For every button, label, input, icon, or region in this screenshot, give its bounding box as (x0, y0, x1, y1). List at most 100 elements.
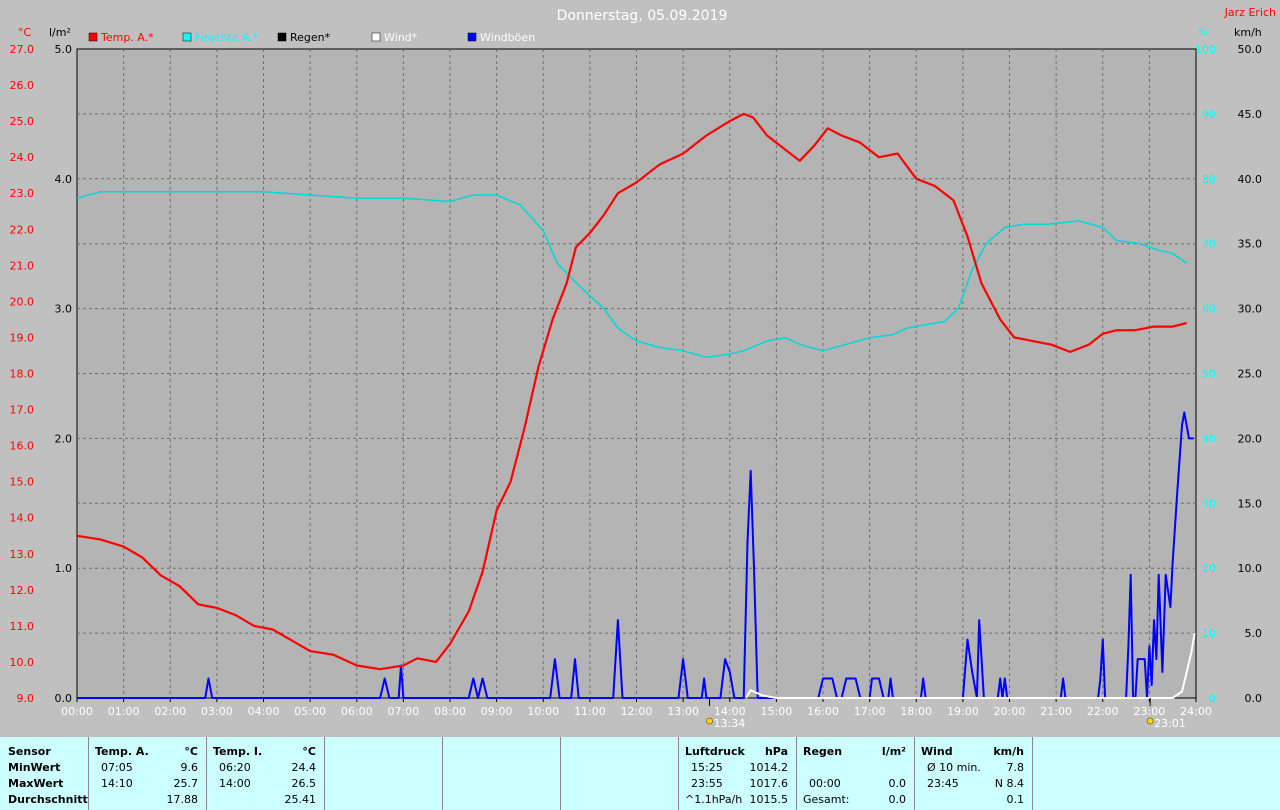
temp-tick-label: 12.0 (10, 584, 35, 597)
temp-tick-label: 22.0 (10, 223, 35, 236)
wind-tick-label: 35.0 (1238, 238, 1263, 251)
row-label-max: MaxWert (8, 777, 64, 790)
wind-tick-label: 25.0 (1238, 368, 1263, 381)
temp-tick-label: 14.0 (10, 512, 35, 525)
rain-max-time: 00:00 (809, 777, 841, 790)
x-tick-label: 07:00 (388, 705, 420, 718)
temp-tick-label: 15.0 (10, 476, 35, 489)
x-tick-label: 13:00 (667, 705, 699, 718)
humidity-tick-label: 0 (1209, 692, 1216, 705)
temp-i-min-time: 06:20 (219, 761, 251, 774)
x-tick-label: 20:00 (994, 705, 1026, 718)
wind-tick-label: 50.0 (1238, 43, 1263, 56)
rain-tick-label: 5.0 (55, 43, 73, 56)
humidity-tick-label: 50 (1202, 368, 1216, 381)
legend-swatch (277, 32, 287, 42)
wind-tick-label: 45.0 (1238, 108, 1263, 121)
wind-tick-label: 40.0 (1238, 173, 1263, 186)
wind-tick-label: 0.0 (1245, 692, 1263, 705)
temp-tick-label: 13.0 (10, 548, 35, 561)
x-tick-label: 16:00 (807, 705, 839, 718)
x-tick-label: 00:00 (61, 705, 93, 718)
wind-unit-label: km/h (1234, 26, 1262, 39)
x-tick-label: 21:00 (1040, 705, 1072, 718)
pressure-min-val: 1014.2 (749, 761, 789, 774)
temp-i-max-val: 26.5 (291, 777, 317, 790)
humidity-tick-label: 40 (1202, 432, 1216, 445)
wind-max-time: 23:45 (927, 777, 959, 790)
author-label: Jarz Erich (1224, 6, 1276, 19)
humidity-tick-label: 60 (1202, 303, 1216, 316)
row-label-avg: Durchschnitt (8, 793, 88, 806)
wind-header: Wind (921, 745, 953, 758)
temp-tick-label: 16.0 (10, 440, 35, 453)
rain-tick-label: 3.0 (55, 303, 73, 316)
temp-tick-label: 20.0 (10, 295, 35, 308)
humidity-tick-label: 90 (1202, 108, 1216, 121)
legend: Temp. A.* Feuchte A.* Regen* Wind* Windböen (88, 31, 535, 44)
x-tick-label: 03:00 (201, 705, 233, 718)
x-tick-label: 09:00 (481, 705, 513, 718)
temp-tick-label: 17.0 (10, 404, 35, 417)
temp-tick-label: 11.0 (10, 620, 35, 633)
x-tick-label: 17:00 (854, 705, 886, 718)
x-tick-label: 12:00 (621, 705, 653, 718)
temp-i-avg: 25.41 (284, 793, 317, 806)
wind-avg: 0.1 (1006, 793, 1025, 806)
pressure-header: Luftdruck (685, 745, 745, 758)
temp-a-max-time: 14:10 (101, 777, 133, 790)
pressure-max-time: 23:55 (691, 777, 723, 790)
temp-a-min-val: 9.6 (180, 761, 199, 774)
x-tick-label: 22:00 (1087, 705, 1119, 718)
weather-chart: Donnerstag, 05.09.2019 Jarz Erich °C l/m… (10, 6, 1277, 730)
stats-panel: Sensor MinWert MaxWert Durchschnitt Temp… (0, 737, 1280, 810)
rain-tick-label: 2.0 (55, 432, 73, 445)
legend-label: Feuchte A.* (195, 31, 259, 44)
wind-avg10-val: 7.8 (1006, 761, 1025, 774)
wind-tick-label: 10.0 (1238, 562, 1263, 575)
rain-tick-label: 1.0 (55, 562, 73, 575)
temp-a-avg: 17.88 (166, 793, 199, 806)
x-tick-label: 11:00 (574, 705, 606, 718)
x-tick-label: 01:00 (108, 705, 140, 718)
sun-rise-icon (706, 717, 713, 725)
temp-tick-label: 19.0 (10, 331, 35, 344)
temp-a-header: Temp. A. (95, 745, 149, 758)
humidity-tick-label: 30 (1202, 497, 1216, 510)
temp-a-min-time: 07:05 (101, 761, 133, 774)
temp-tick-label: 26.0 (10, 79, 35, 92)
temp-tick-label: 21.0 (10, 259, 35, 272)
pressure-min-time: 15:25 (691, 761, 723, 774)
pressure-trend: ^1.1hPa/h (685, 793, 743, 806)
x-tick-label: 18:00 (900, 705, 932, 718)
wind-unit: km/h (993, 745, 1024, 758)
humidity-tick-label: 80 (1202, 173, 1216, 186)
rain-max-val: 0.0 (888, 777, 907, 790)
temp-unit-label: °C (18, 26, 32, 39)
rain-total-label: Gesamt: (803, 793, 850, 806)
x-tick-label: 10:00 (527, 705, 559, 718)
rain-header: Regen (803, 745, 843, 758)
chart-title: Donnerstag, 05.09.2019 (557, 8, 728, 24)
x-tick-label: 15:00 (761, 705, 793, 718)
temp-a-max-val: 25.7 (173, 777, 199, 790)
wind-max-val: N 8.4 (994, 777, 1024, 790)
row-label-min: MinWert (8, 761, 61, 774)
temp-tick-label: 25.0 (10, 115, 35, 128)
temp-tick-label: 10.0 (10, 656, 35, 669)
legend-swatch (467, 32, 477, 42)
sun-set-icon (1146, 717, 1154, 725)
x-tick-label: 05:00 (294, 705, 326, 718)
wind-tick-label: 15.0 (1238, 497, 1263, 510)
temp-i-max-time: 14:00 (219, 777, 251, 790)
temp-tick-label: 23.0 (10, 187, 35, 200)
humidity-tick-label: 10 (1202, 627, 1216, 640)
wind-tick-label: 30.0 (1238, 303, 1263, 316)
temp-tick-label: 9.0 (17, 692, 35, 705)
wind-tick-label: 5.0 (1245, 627, 1263, 640)
x-tick-label: 08:00 (434, 705, 466, 718)
temp-i-min-val: 24.4 (291, 761, 317, 774)
rain-tick-label: 4.0 (55, 173, 73, 186)
pressure-max-val: 1017.6 (749, 777, 789, 790)
x-tick-label: 06:00 (341, 705, 373, 718)
